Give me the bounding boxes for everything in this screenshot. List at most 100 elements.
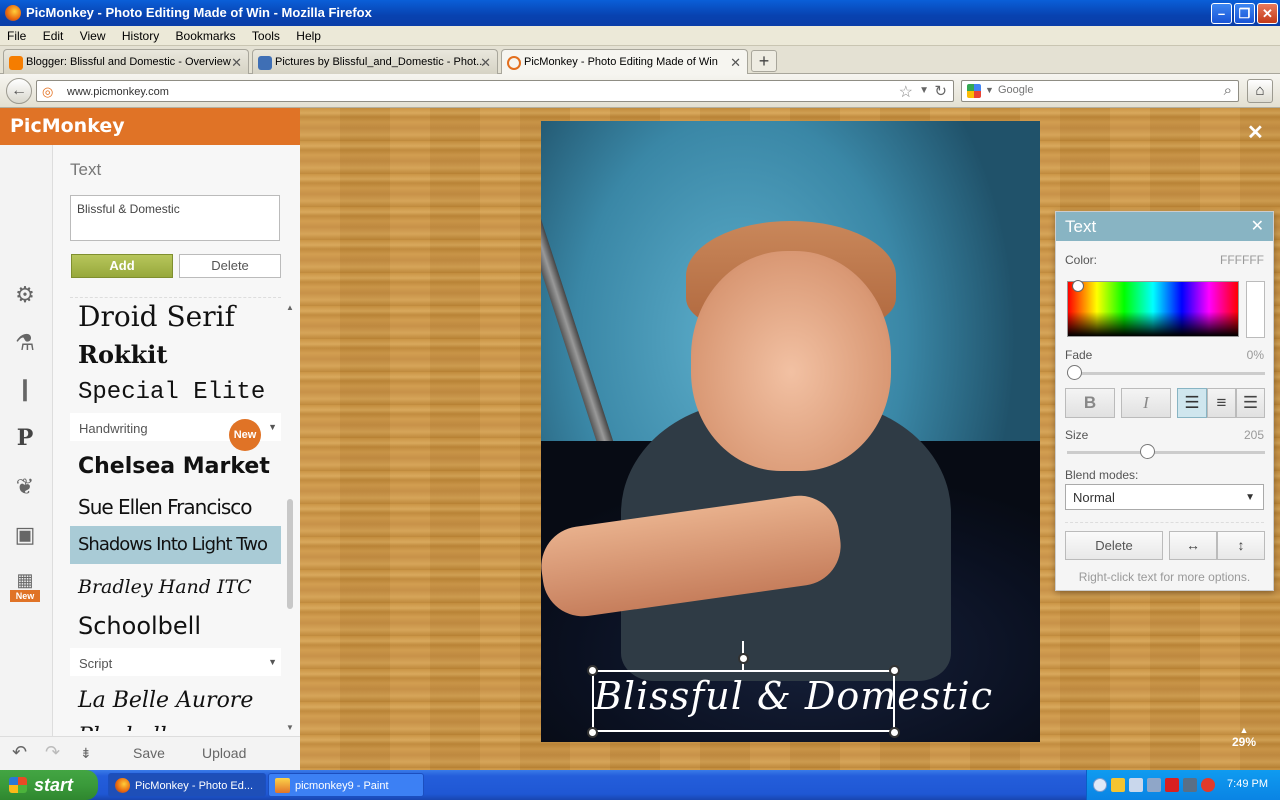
add-text-button[interactable]: Add [71,254,173,278]
upload-button[interactable]: Upload [202,745,246,761]
font-list-scrollbar[interactable]: ▲ ▼ [286,303,294,735]
close-tab-icon[interactable]: ✕ [231,55,242,71]
resize-handle-top-left[interactable] [587,665,598,676]
color-spectrum[interactable] [1067,280,1239,337]
font-item-la-belle-aurore[interactable]: La Belle Aurore [70,682,281,720]
touch-up-icon[interactable]: ❙ [10,374,40,404]
category-script[interactable]: Script ▼ [70,648,281,676]
scrollbar-thumb[interactable] [287,499,293,609]
search-bar[interactable]: ▼ ⌕ [961,80,1239,102]
overlays-icon[interactable]: ❦ [10,472,40,502]
close-editor-icon[interactable]: ✕ [1247,120,1264,145]
redo-icon[interactable]: ↷ [45,742,60,763]
close-tab-icon[interactable]: ✕ [480,55,491,71]
font-item-rokkit[interactable]: Rokkit [70,336,281,374]
flip-horizontal-button[interactable]: ↔ [1169,531,1217,560]
fade-slider-knob[interactable] [1067,365,1082,380]
menu-view[interactable]: View [73,26,112,43]
maximize-button[interactable]: ❐ [1234,3,1255,24]
resize-handle-top-right[interactable] [889,665,900,676]
font-item-chelsea-market[interactable]: Chelsea Market [70,448,281,486]
scroll-down-icon[interactable]: ▼ [286,723,294,732]
home-button[interactable]: ⌂ [1247,79,1273,103]
flip-vertical-button[interactable]: ↕ [1217,531,1265,560]
search-engine-dropdown-icon[interactable]: ▼ [985,85,994,95]
menu-tools[interactable]: Tools [245,26,286,43]
menu-file[interactable]: File [0,26,32,43]
align-right-button[interactable]: ☰ [1236,388,1265,418]
resize-handle-bottom-left[interactable] [587,727,598,738]
taskbar-item-paint[interactable]: picmonkey9 - Paint [268,773,424,797]
color-swatch[interactable] [1246,281,1265,338]
bold-button[interactable]: B [1065,388,1115,418]
color-picker-knob[interactable] [1072,280,1084,292]
font-item-shadows-into-light-two[interactable]: Shadows Into Light Two [70,526,281,564]
frames-icon[interactable]: ▣ [10,520,40,550]
tab-blogger[interactable]: Blogger: Blissful and Domestic - Overvie… [3,49,249,74]
basic-edits-icon[interactable]: ⚙ [10,280,40,310]
menu-history[interactable]: History [115,26,165,43]
new-tab-button[interactable]: + [751,50,777,72]
save-button[interactable]: Save [133,745,165,761]
undo-icon[interactable]: ↶ [12,742,27,763]
align-center-button[interactable]: ≡ [1207,388,1236,418]
volume-icon[interactable] [1129,778,1143,792]
color-value[interactable]: FFFFFF [1220,253,1264,267]
security-shield-icon[interactable] [1111,778,1125,792]
bookmark-star-icon[interactable]: ☆ [899,82,913,102]
menu-edit[interactable]: Edit [36,26,70,43]
delete-text-button[interactable]: Delete [179,254,281,278]
zoom-level[interactable]: ▲ 29% [1232,725,1256,749]
start-button[interactable]: start [0,770,98,800]
text-tool-icon[interactable]: P [10,423,40,453]
window-titlebar: PicMonkey - Photo Editing Made of Win - … [0,0,1280,26]
network-icon[interactable] [1147,778,1161,792]
picmonkey-logo[interactable]: PicMonkey [0,108,300,145]
url-history-dropdown-icon[interactable]: ▼ [919,85,929,96]
picmonkey-icon [507,56,521,70]
close-tab-icon[interactable]: ✕ [730,55,741,71]
taskbar-item-firefox[interactable]: PicMonkey - Photo Ed... [108,773,266,797]
palette-header[interactable]: Text ✕ [1056,212,1273,241]
url-bar[interactable]: ◎ www.picmonkey.com ☆ ▼ ↻ [36,80,954,102]
palette-delete-button[interactable]: Delete [1065,531,1163,560]
tab-pictures[interactable]: Pictures by Blissful_and_Domestic - Phot… [252,49,498,74]
size-slider[interactable] [1067,444,1265,459]
font-item-bradley-hand-itc[interactable]: Bradley Hand ITC [70,568,281,606]
tray-expand-icon[interactable] [1093,778,1107,792]
text-overlay[interactable]: Blissful & Domestic [594,674,992,718]
font-item-sue-ellen-francisco[interactable]: Sue Ellen Francisco [70,488,281,526]
resize-handle-bottom-right[interactable] [889,727,900,738]
menu-help[interactable]: Help [289,26,327,43]
reload-icon[interactable]: ↻ [934,82,947,100]
text-input[interactable]: Blissful & Domestic [70,195,280,241]
fade-slider[interactable] [1067,365,1265,380]
align-left-button[interactable]: ☰ [1177,388,1207,418]
layers-icon[interactable]: ⇟ [80,745,92,762]
scroll-up-icon[interactable]: ▲ [286,303,294,312]
google-icon[interactable] [967,84,981,98]
italic-button[interactable]: I [1121,388,1171,418]
menu-bookmarks[interactable]: Bookmarks [169,26,242,43]
search-input[interactable] [998,84,1198,96]
palette-close-icon[interactable]: ✕ [1251,212,1264,241]
font-item-playball[interactable]: Playball [70,718,281,731]
mcafee-icon[interactable] [1165,778,1179,792]
tab-picmonkey[interactable]: PicMonkey - Photo Editing Made of Win ✕ [501,49,748,75]
minimize-button[interactable]: – [1211,3,1232,24]
font-item-special-elite[interactable]: Special Elite [70,374,281,412]
back-button[interactable]: ← [6,78,32,104]
effects-icon[interactable]: ⚗ [10,328,40,358]
blend-mode-select[interactable]: Normal ▼ [1065,484,1264,510]
close-window-button[interactable]: ✕ [1257,3,1278,24]
font-item-schoolbell[interactable]: Schoolbell [70,606,281,644]
photo-canvas[interactable]: Blissful & Domestic [541,121,1040,742]
search-icon[interactable]: ⌕ [1224,82,1232,99]
site-identity-icon[interactable]: ◎ [42,84,53,100]
size-slider-knob[interactable] [1140,444,1156,459]
display-icon[interactable] [1183,778,1197,792]
rotate-handle[interactable] [738,653,749,664]
font-item-droid-serif[interactable]: Droid Serif [70,298,281,336]
text-overlay-box[interactable]: Blissful & Domestic [592,670,992,732]
ati-icon[interactable] [1201,778,1215,792]
